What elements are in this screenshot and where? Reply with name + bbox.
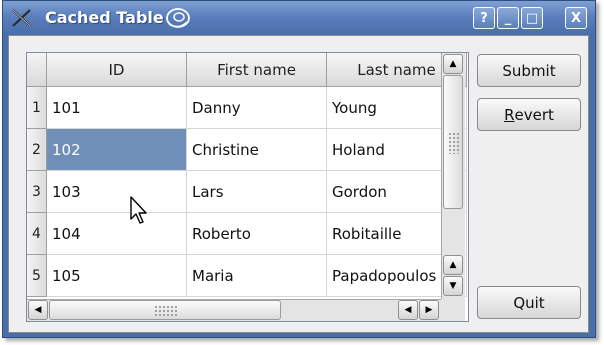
grip-icon (154, 305, 178, 317)
mouse-pointer-icon (130, 196, 147, 224)
horizontal-scrollbar[interactable]: ◀ ◀ ▶ (27, 299, 441, 321)
quit-button[interactable]: Quit (477, 286, 581, 319)
cell-first-name[interactable]: Christine (187, 129, 327, 171)
arrow-left-icon: ◀ (404, 305, 412, 315)
arrow-left-icon: ◀ (34, 305, 42, 315)
application-window: Cached Table ? _ □ X ID First name Last … (2, 0, 596, 338)
vertical-scroll-thumb[interactable] (443, 75, 463, 209)
scroll-up-button[interactable]: ▲ (443, 54, 463, 74)
arrow-up-icon: ▲ (449, 260, 457, 270)
help-button[interactable]: ? (473, 7, 495, 29)
row-header-2[interactable]: 2 (27, 129, 47, 171)
cell-first-name[interactable]: Roberto (187, 213, 327, 255)
column-header-first-name[interactable]: First name (187, 53, 327, 87)
cell-id[interactable]: 103 (47, 171, 187, 213)
x-tool-icon (12, 9, 31, 27)
cell-first-name[interactable]: Danny (187, 87, 327, 129)
grip-icon (448, 132, 460, 154)
revert-label: evert (514, 105, 554, 124)
title-bar[interactable]: Cached Table ? _ □ X (3, 1, 595, 35)
window-client-area: ID First name Last name 1 101 Danny Youn… (8, 35, 589, 333)
cell-id[interactable]: 101 (47, 87, 187, 129)
cell-id[interactable]: 105 (47, 255, 187, 297)
revert-mnemonic: R (504, 105, 515, 124)
scroll-right-button[interactable]: ▶ (419, 300, 439, 320)
revert-button[interactable]: Revert (477, 98, 581, 131)
scroll-down-button[interactable]: ▼ (443, 276, 463, 296)
scroll-up-button-lower[interactable]: ▲ (443, 255, 463, 275)
table-corner-button[interactable] (27, 53, 47, 87)
minimize-button[interactable]: _ (497, 7, 519, 29)
scroll-left-button-right[interactable]: ◀ (398, 300, 418, 320)
row-header-3[interactable]: 3 (27, 171, 47, 213)
window-title: Cached Table (45, 8, 164, 27)
arrow-right-icon: ▶ (425, 305, 433, 315)
arrow-down-icon: ▼ (449, 281, 457, 291)
column-header-id[interactable]: ID (47, 53, 187, 87)
cell-id-selected[interactable]: 102 (47, 129, 187, 171)
cell-first-name[interactable]: Lars (187, 171, 327, 213)
data-table[interactable]: ID First name Last name 1 101 Danny Youn… (26, 52, 469, 322)
maximize-button[interactable]: □ (521, 7, 543, 29)
arrow-up-icon: ▲ (449, 59, 457, 69)
cell-id[interactable]: 104 (47, 213, 187, 255)
cell-first-name[interactable]: Maria (187, 255, 327, 297)
row-header-5[interactable]: 5 (27, 255, 47, 297)
vertical-scrollbar[interactable]: ▲ ▲ ▼ (441, 53, 465, 301)
close-button[interactable]: X (565, 7, 587, 29)
submit-button[interactable]: Submit (477, 54, 581, 87)
scroll-corner (441, 299, 465, 321)
kde-logo-icon (166, 8, 190, 28)
horizontal-scroll-thumb[interactable] (49, 300, 281, 320)
scroll-left-button[interactable]: ◀ (28, 300, 48, 320)
row-header-4[interactable]: 4 (27, 213, 47, 255)
row-header-1[interactable]: 1 (27, 87, 47, 129)
